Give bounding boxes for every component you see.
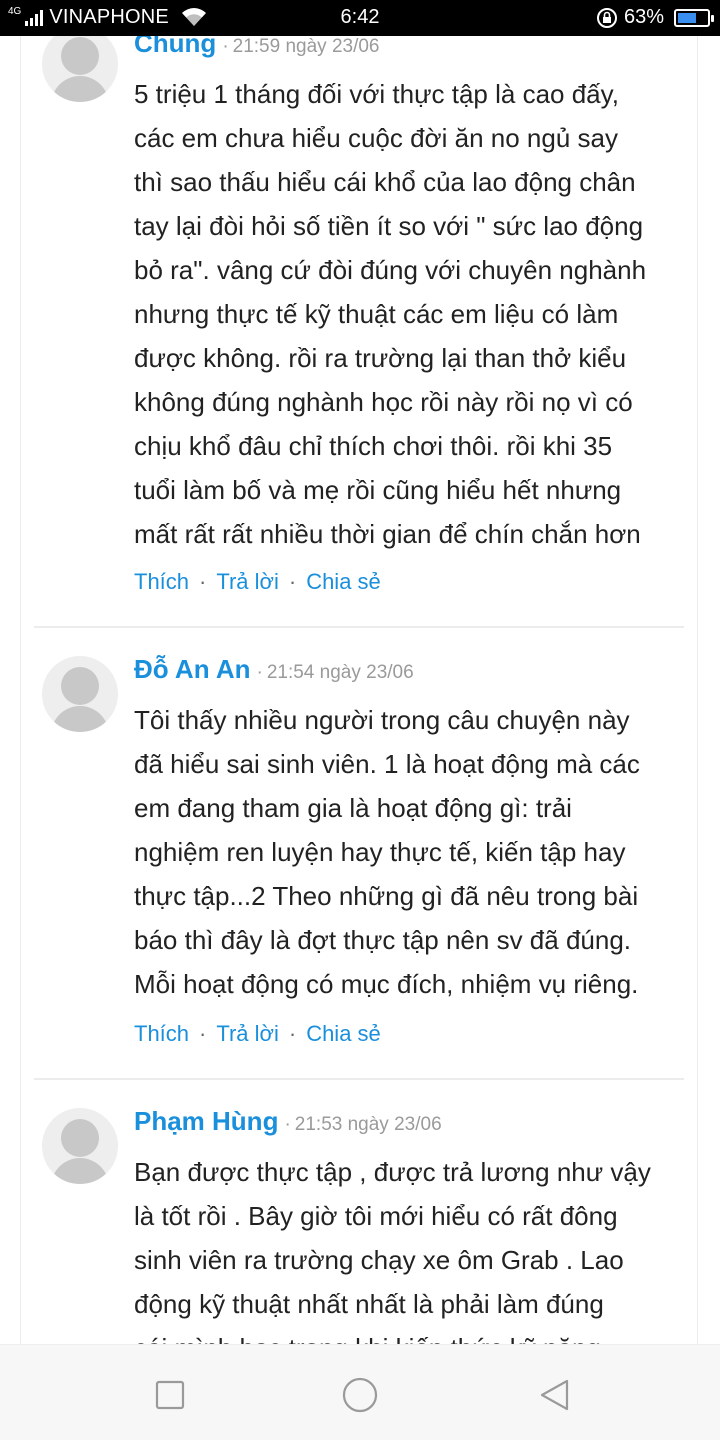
reply-link[interactable]: Trả lời [216,1021,279,1046]
navigation-bar [0,1344,720,1440]
like-link[interactable]: Thích [134,569,189,594]
home-icon[interactable] [338,1373,382,1417]
back-icon[interactable] [534,1373,578,1417]
share-link[interactable]: Chia sẻ [306,569,381,594]
like-link[interactable]: Thích [134,1021,189,1046]
divider [34,626,684,628]
comment-time: · 21:59 ngày 23/06 [222,36,380,57]
avatar[interactable] [42,656,118,732]
author-name[interactable]: Đỗ An An [134,654,251,684]
author-name[interactable]: Chung [134,36,216,58]
battery-icon [674,8,714,27]
avatar[interactable] [42,1108,118,1184]
comment-time: · 21:53 ngày 23/06 [284,1114,442,1135]
comment-actions: Thích · Trả lời · Chia sẻ [134,569,381,594]
comment-actions: Thích · Trả lời · Chia sẻ [134,1021,381,1046]
author-name[interactable]: Phạm Hùng [134,1106,278,1136]
comment-meta: Đỗ An An · 21:54 ngày 23/06 [134,654,414,685]
comment-text: Tôi thấy nhiều người trong câu chuyện nà… [134,705,640,999]
comment-meta: Chung · 21:59 ngày 23/06 [134,36,380,59]
divider [34,1078,684,1080]
reply-link[interactable]: Trả lời [216,569,279,594]
comment-time: · 21:54 ngày 23/06 [256,662,414,683]
battery-percent: 63% [623,6,664,28]
comment-text: 5 triệu 1 tháng đối với thực tập là cao … [134,79,647,549]
battery-level [678,12,696,23]
comment-meta: Phạm Hùng · 21:53 ngày 23/06 [134,1106,442,1137]
status-right: 63% [596,6,714,29]
share-link[interactable]: Chia sẻ [306,1021,381,1046]
recent-apps-icon[interactable] [148,1373,192,1417]
comment-list[interactable]: Chung · 21:59 ngày 23/06 5 triệu 1 tháng đ… [0,36,720,1344]
comment-text: Bạn được thực tập , được trả lương như v… [134,1157,651,1344]
status-bar: 4G VINAPHONE 6:42 63% [0,0,720,36]
rotation-lock-icon [596,7,617,28]
